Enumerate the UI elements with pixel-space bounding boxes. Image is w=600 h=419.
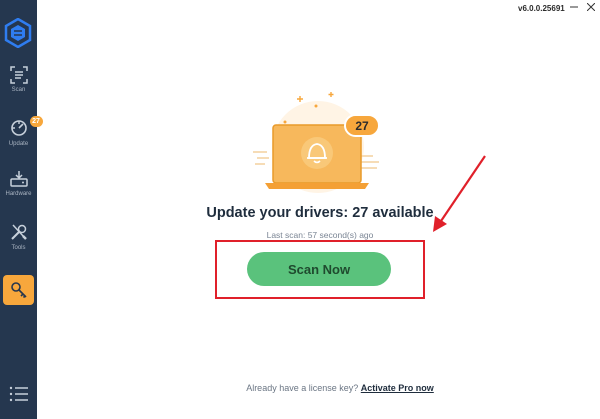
footer-text: Already have a license key? [246, 383, 359, 393]
update-count-badge: 27 [29, 116, 43, 127]
sidebar-item-label: Hardware [5, 191, 32, 197]
app-logo-icon [4, 18, 32, 48]
sidebar-item-label: Tools [11, 245, 26, 251]
license-footer: Already have a license key? Activate Pro… [160, 383, 520, 393]
sidebar-item-scan[interactable]: Scan [0, 66, 37, 110]
scan-icon [9, 66, 28, 84]
laptop-bell-illustration: 27 [253, 92, 380, 193]
hardware-icon [9, 171, 28, 187]
highlight-box [215, 240, 425, 299]
close-icon [587, 3, 595, 11]
annotation-arrow-icon [433, 155, 486, 232]
sidebar-item-license[interactable] [3, 275, 34, 305]
sidebar-item-label: Scan [11, 87, 26, 93]
tools-icon [10, 224, 27, 240]
app-version: v6.0.0.25691 [518, 4, 565, 13]
update-icon [10, 120, 27, 136]
sidebar-item-hardware[interactable]: Hardware [0, 170, 37, 214]
minimize-button[interactable] [566, 0, 582, 14]
minimize-icon [570, 6, 578, 8]
activate-pro-link[interactable]: Activate Pro now [361, 383, 434, 393]
sidebar-item-update[interactable]: 27 Update [0, 116, 43, 162]
close-button[interactable] [583, 0, 599, 14]
sidebar-item-label: Update [8, 141, 29, 147]
sidebar: Scan 27 Update Hardware Tools [0, 0, 43, 419]
menu-icon[interactable] [9, 385, 29, 403]
key-icon [10, 282, 27, 299]
sidebar-item-tools[interactable]: Tools [0, 222, 37, 266]
illustration-badge-count: 27 [355, 119, 369, 133]
